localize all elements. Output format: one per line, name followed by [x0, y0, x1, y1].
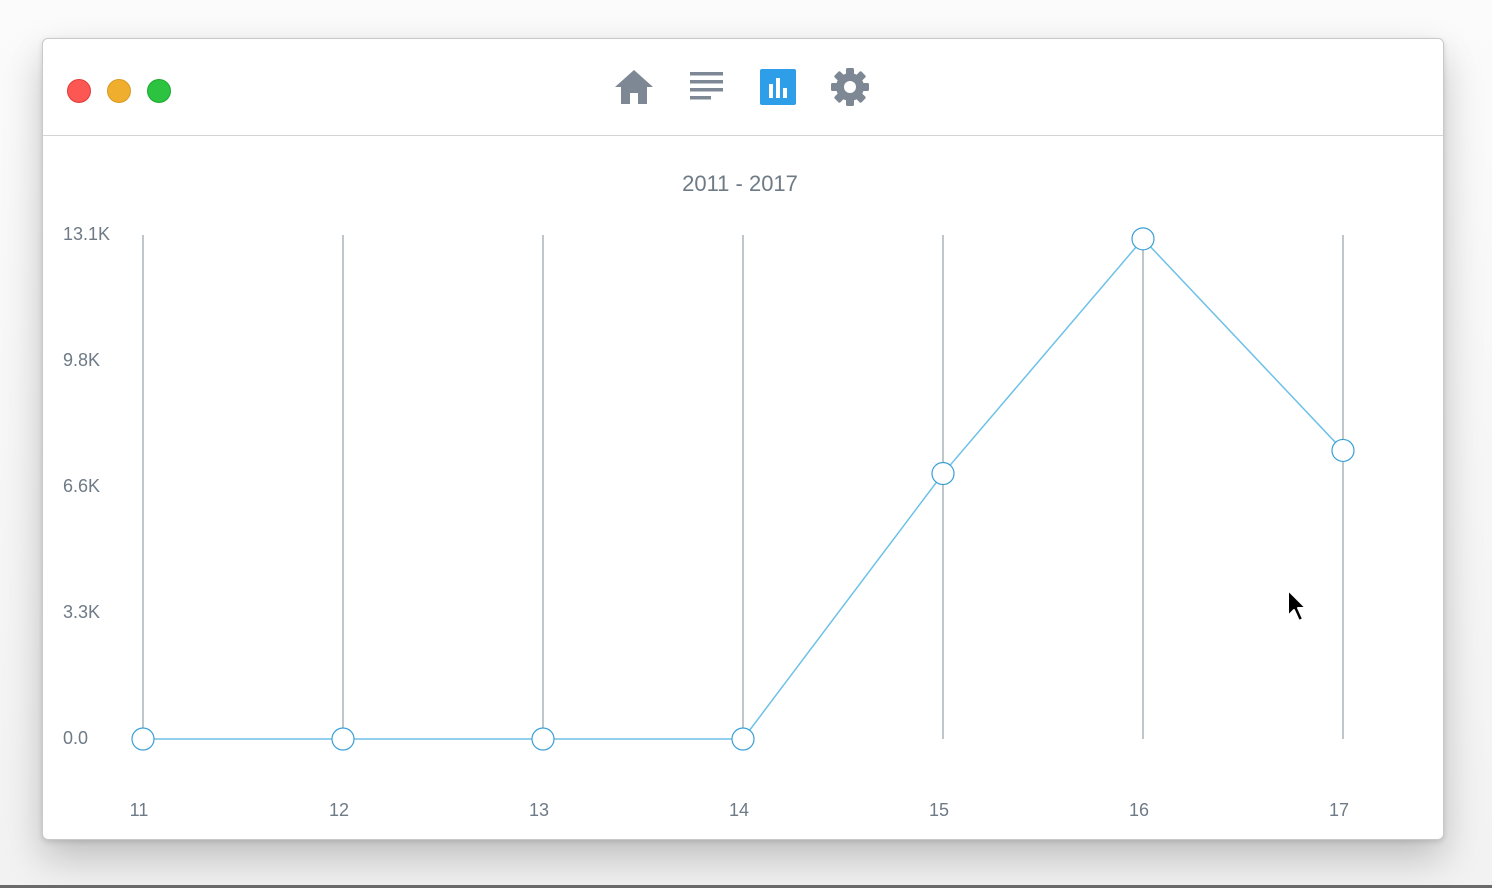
x-tick-label: 17	[1329, 800, 1349, 820]
grid-lines	[142, 235, 1344, 739]
y-axis-ticks: 0.0 3.3K 6.6K 9.8K 13.1K	[63, 224, 110, 748]
data-point[interactable]	[931, 461, 955, 486]
x-tick-label: 12	[329, 800, 349, 820]
x-tick-label: 11	[130, 800, 149, 820]
x-tick-label: 14	[729, 800, 749, 820]
data-point[interactable]	[1331, 438, 1355, 463]
line-chart: 2011 - 2017 0.03.3K6.6K9.8K13.1K 11 12 13 1…	[63, 171, 1355, 820]
mouse-cursor-icon	[1287, 589, 1307, 622]
data-point[interactable]	[731, 727, 755, 751]
data-point[interactable]	[131, 727, 155, 751]
x-tick-label: 16	[1129, 800, 1149, 820]
x-axis-ticks: 11 12 13 14 15 16 17	[130, 800, 1349, 820]
app-window: 2011 - 2017 0.0 3.3K 6.6K 9.8K 13.1K 11 12 13 1…	[42, 38, 1444, 840]
y-tick-label: 13.1K	[63, 224, 110, 244]
x-tick-label: 13	[529, 800, 549, 820]
data-point[interactable]	[531, 727, 555, 751]
chart-title: 2011 - 2017	[682, 171, 798, 196]
y-tick-label: 3.3K	[63, 602, 100, 622]
y-tick-label: 6.6K	[63, 476, 100, 496]
y-tick-label: 0.0	[63, 728, 88, 748]
x-tick-label: 15	[929, 800, 949, 820]
y-tick-label: 9.8K	[63, 350, 100, 370]
data-point[interactable]	[1131, 227, 1155, 251]
desktop: 2011 - 2017 0.0 3.3K 6.6K 9.8K 13.1K 11 12 13 1…	[0, 0, 1492, 888]
data-point[interactable]	[331, 727, 355, 751]
